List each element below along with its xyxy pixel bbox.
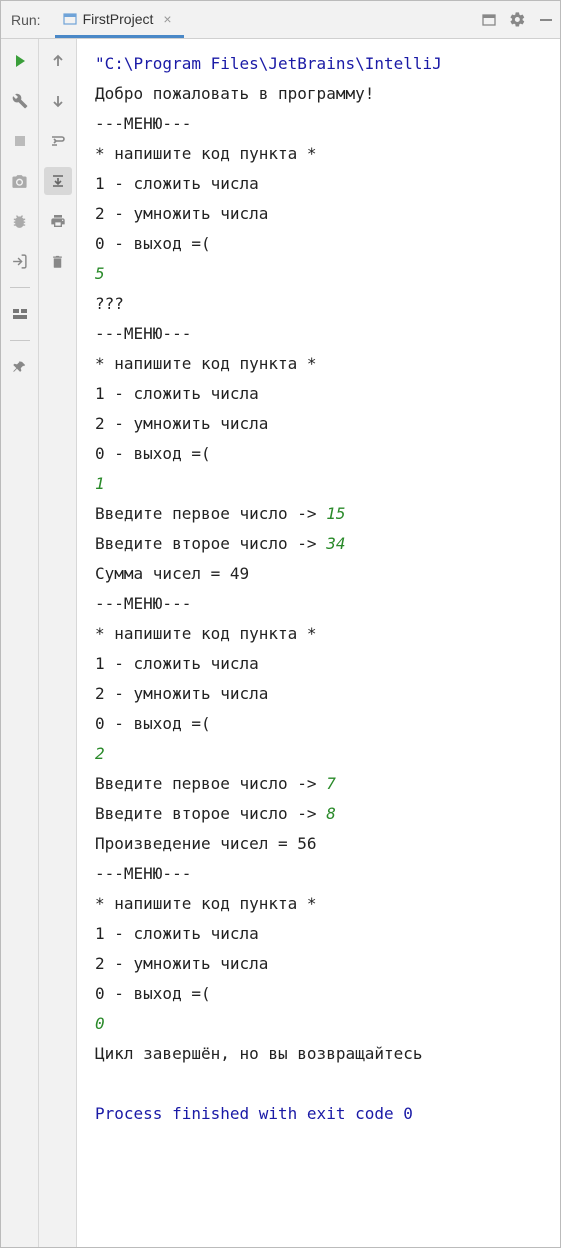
layout-icon[interactable]: [6, 300, 34, 328]
out-line: Произведение чисел = 56: [95, 834, 317, 853]
tabs-container: FirstProject ×: [55, 1, 481, 38]
out-line: Введите второе число ->: [95, 534, 326, 553]
out-line: 0 - выход =(: [95, 984, 211, 1003]
user-input: 8: [326, 804, 336, 823]
out-line: 2 - умножить числа: [95, 684, 268, 703]
out-line: Цикл завершён, но вы возвращайтесь: [95, 1044, 423, 1063]
user-input: 2: [95, 744, 105, 763]
window-icon[interactable]: [481, 12, 497, 28]
wrench-icon[interactable]: [6, 87, 34, 115]
out-line: * напишите код пункта *: [95, 624, 317, 643]
out-line: 0 - выход =(: [95, 444, 211, 463]
close-tab-icon[interactable]: ×: [163, 11, 171, 27]
user-input: 34: [326, 534, 345, 553]
out-line: 0 - выход =(: [95, 234, 211, 253]
out-line: Введите второе число ->: [95, 804, 326, 823]
arrow-up-icon[interactable]: [44, 47, 72, 75]
header-actions: [481, 11, 554, 28]
out-line: * напишите код пункта *: [95, 354, 317, 373]
out-line: 1 - сложить числа: [95, 174, 259, 193]
out-line: ???: [95, 294, 124, 313]
out-line: Введите первое число ->: [95, 504, 326, 523]
exit-line: Process finished with exit code 0: [95, 1104, 413, 1123]
user-input: 5: [95, 264, 105, 283]
run-button[interactable]: [6, 47, 34, 75]
camera-icon[interactable]: [6, 167, 34, 195]
bug-icon[interactable]: [6, 207, 34, 235]
out-line: 1 - сложить числа: [95, 654, 259, 673]
out-line: 0 - выход =(: [95, 714, 211, 733]
out-line: 1 - сложить числа: [95, 384, 259, 403]
run-tool-header: Run: FirstProject ×: [1, 1, 560, 39]
out-line: 2 - умножить числа: [95, 954, 268, 973]
gear-icon[interactable]: [509, 11, 526, 28]
stop-button[interactable]: [6, 127, 34, 155]
minimize-icon[interactable]: [538, 12, 554, 28]
out-line: * напишите код пункта *: [95, 894, 317, 913]
separator: [10, 340, 30, 341]
tab-label: FirstProject: [83, 11, 154, 27]
tab-firstproject[interactable]: FirstProject ×: [55, 1, 184, 38]
command-line: "C:\Program Files\JetBrains\IntelliJ: [95, 54, 442, 73]
out-line: ---МЕНЮ---: [95, 864, 191, 883]
scroll-to-end-icon[interactable]: [44, 167, 72, 195]
out-line: ---МЕНЮ---: [95, 594, 191, 613]
out-line: Введите первое число ->: [95, 774, 326, 793]
user-input: 15: [326, 504, 345, 523]
out-line: ---МЕНЮ---: [95, 324, 191, 343]
app-icon: [63, 12, 77, 26]
out-line: Сумма чисел = 49: [95, 564, 249, 583]
soft-wrap-icon[interactable]: [44, 127, 72, 155]
separator: [10, 287, 30, 288]
trash-icon[interactable]: [44, 247, 72, 275]
left-toolbar: [1, 39, 39, 1247]
run-body: "C:\Program Files\JetBrains\IntelliJ Доб…: [1, 39, 560, 1247]
out-line: 1 - сложить числа: [95, 924, 259, 943]
user-input: 7: [326, 774, 336, 793]
print-icon[interactable]: [44, 207, 72, 235]
arrow-down-icon[interactable]: [44, 87, 72, 115]
out-line: 2 - умножить числа: [95, 204, 268, 223]
run-label: Run:: [11, 12, 41, 28]
out-line: * напишите код пункта *: [95, 144, 317, 163]
console-output[interactable]: "C:\Program Files\JetBrains\IntelliJ Доб…: [77, 39, 560, 1247]
out-line: Добро пожаловать в программу!: [95, 84, 374, 103]
out-line: 2 - умножить числа: [95, 414, 268, 433]
user-input: 1: [95, 474, 105, 493]
user-input: 0: [95, 1014, 105, 1033]
exit-icon[interactable]: [6, 247, 34, 275]
pin-icon[interactable]: [6, 353, 34, 381]
mid-toolbar: [39, 39, 77, 1247]
out-line: ---МЕНЮ---: [95, 114, 191, 133]
